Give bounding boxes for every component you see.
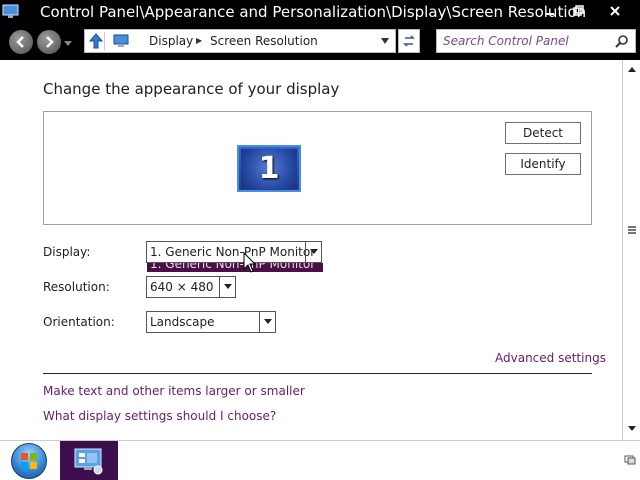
section-divider xyxy=(43,373,592,374)
search-icon[interactable] xyxy=(615,34,629,48)
control-panel-icon xyxy=(2,4,19,18)
monitor-screen: 1 xyxy=(241,148,297,189)
monitor-number: 1 xyxy=(258,151,280,186)
chevron-up-icon xyxy=(628,67,636,72)
vertical-scrollbar[interactable] xyxy=(622,60,640,440)
display-select-value: 1. Generic Non-PnP Monitor xyxy=(150,245,316,259)
scroll-up-button[interactable] xyxy=(625,62,639,76)
start-button[interactable] xyxy=(0,441,58,480)
chevron-down-icon xyxy=(628,426,636,431)
display-dropdown-option[interactable]: 1. Generic Non-PnP Monitor xyxy=(150,263,315,271)
refresh-button[interactable] xyxy=(398,29,420,53)
recent-pages-dropdown-icon[interactable] xyxy=(64,39,72,47)
address-bar-row: Display ▶ Screen Resolution Search Contr… xyxy=(0,24,640,60)
close-icon xyxy=(610,6,620,16)
search-input[interactable]: Search Control Panel xyxy=(436,29,636,53)
breadcrumb-display[interactable]: Display xyxy=(149,34,193,48)
resolution-select-value: 640 × 480 xyxy=(150,280,214,294)
windows-logo-icon xyxy=(21,453,37,469)
up-arrow-icon xyxy=(88,33,103,49)
chevron-down-icon xyxy=(223,284,232,289)
display-label: Display: xyxy=(43,245,91,259)
maximize-button[interactable] xyxy=(564,0,592,22)
control-panel-task-icon xyxy=(74,448,103,475)
breadcrumb-screen-resolution[interactable]: Screen Resolution xyxy=(210,34,318,48)
orientation-select-arrow[interactable] xyxy=(259,312,275,332)
resolution-label: Resolution: xyxy=(43,280,110,294)
title-bar: Control Panel\Appearance and Personaliza… xyxy=(0,0,640,24)
network-icon[interactable] xyxy=(624,454,636,466)
taskbar-control-panel[interactable] xyxy=(60,441,118,480)
identify-button[interactable]: Identify xyxy=(505,153,581,175)
main-content: Change the appearance of your display 1 … xyxy=(0,60,622,440)
maximize-icon xyxy=(573,5,584,16)
forward-arrow-icon xyxy=(46,36,54,48)
control-panel-icon xyxy=(113,34,129,47)
display-preview-panel: 1 Detect Identify xyxy=(43,111,592,225)
resolution-select-arrow[interactable] xyxy=(219,277,235,297)
chevron-down-icon xyxy=(309,249,318,254)
back-button[interactable] xyxy=(9,30,33,54)
minimize-button[interactable] xyxy=(536,0,564,22)
display-select-arrow[interactable] xyxy=(305,242,321,262)
monitor-tile[interactable]: 1 xyxy=(237,145,301,192)
forward-button[interactable] xyxy=(37,30,61,54)
scrollbar-grip-icon[interactable] xyxy=(627,225,637,235)
orientation-label: Orientation: xyxy=(43,315,115,329)
resolution-select[interactable]: 640 × 480 xyxy=(146,276,236,298)
scroll-down-button[interactable] xyxy=(625,422,639,436)
page-title: Change the appearance of your display xyxy=(43,80,340,98)
mouse-cursor-icon xyxy=(243,252,257,273)
chevron-down-icon xyxy=(263,319,272,324)
start-orb-icon xyxy=(11,443,47,479)
search-placeholder: Search Control Panel xyxy=(443,34,569,48)
close-button[interactable] xyxy=(600,0,630,22)
display-dropdown-list[interactable]: 1. Generic Non-PnP Monitor xyxy=(147,263,323,272)
up-button[interactable] xyxy=(87,32,105,50)
detect-button[interactable]: Detect xyxy=(505,122,581,144)
text-size-link[interactable]: Make text and other items larger or smal… xyxy=(43,384,305,398)
minimize-icon xyxy=(546,13,554,15)
advanced-settings-link[interactable]: Advanced settings xyxy=(495,351,606,365)
address-box[interactable]: Display ▶ Screen Resolution xyxy=(84,29,396,53)
address-dropdown-icon[interactable] xyxy=(381,38,389,44)
back-arrow-icon xyxy=(16,36,24,48)
display-select[interactable]: 1. Generic Non-PnP Monitor xyxy=(146,241,322,263)
taskbar xyxy=(0,440,640,480)
breadcrumb-separator-icon[interactable]: ▶ xyxy=(196,36,202,45)
display-help-link[interactable]: What display settings should I choose? xyxy=(43,409,276,423)
orientation-select[interactable]: Landscape xyxy=(146,311,276,333)
orientation-select-value: Landscape xyxy=(150,315,215,329)
refresh-icon xyxy=(403,35,415,47)
window-title: Control Panel\Appearance and Personaliza… xyxy=(40,3,587,21)
